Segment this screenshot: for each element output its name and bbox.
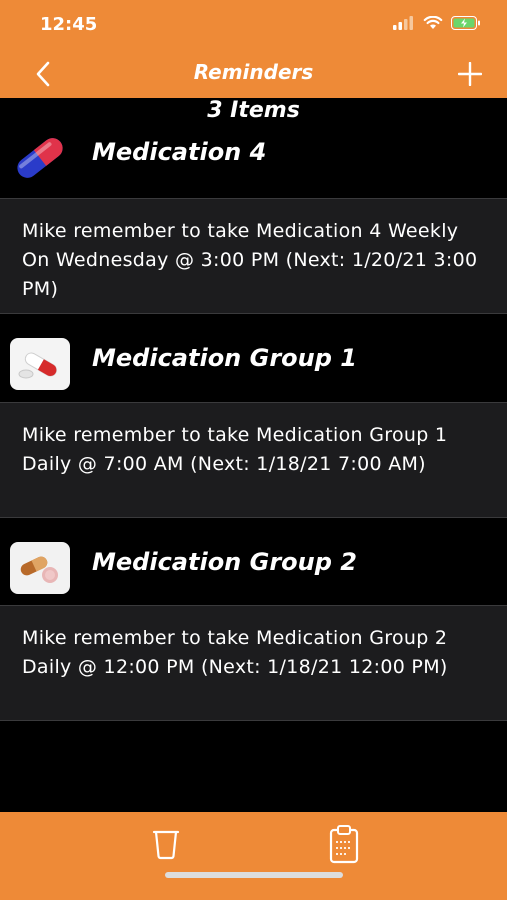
pills-icon (10, 542, 70, 594)
signal-icon (393, 16, 413, 30)
home-indicator (165, 872, 343, 878)
add-reminder-button[interactable] (455, 58, 485, 90)
wifi-icon (423, 16, 443, 29)
trash-icon[interactable] (150, 826, 182, 862)
top-bar: 12:45 Reminders (0, 0, 507, 98)
section-title: Medication Group 1 (92, 344, 357, 372)
plus-icon (458, 62, 482, 86)
bottom-toolbar (0, 812, 507, 900)
reminder-text: Mike remember to take Medication Group 2… (22, 627, 448, 678)
capsule-icon (17, 138, 63, 178)
reminder-row[interactable]: Mike remember to take Medication Group 2… (0, 605, 507, 721)
nav-title: Reminders (193, 60, 314, 84)
reminder-row[interactable]: Mike remember to take Medication 4 Weekl… (0, 198, 507, 314)
reminder-text: Mike remember to take Medication 4 Weekl… (22, 220, 478, 300)
reminder-row[interactable]: Mike remember to take Medication Group 1… (0, 402, 507, 518)
status-time: 12:45 (40, 14, 98, 35)
section-title: Medication 4 (92, 138, 267, 166)
section-header: Medication Group 1 (0, 314, 507, 414)
section-header: Medication Group 2 (0, 518, 507, 618)
reminder-text: Mike remember to take Medication Group 1… (22, 424, 448, 475)
clipboard-icon[interactable] (328, 824, 360, 864)
section-title: Medication Group 2 (92, 548, 357, 576)
battery-icon (451, 16, 480, 30)
status-icons (393, 16, 481, 30)
item-count: 3 Items (207, 98, 300, 123)
pills-icon (10, 338, 70, 390)
